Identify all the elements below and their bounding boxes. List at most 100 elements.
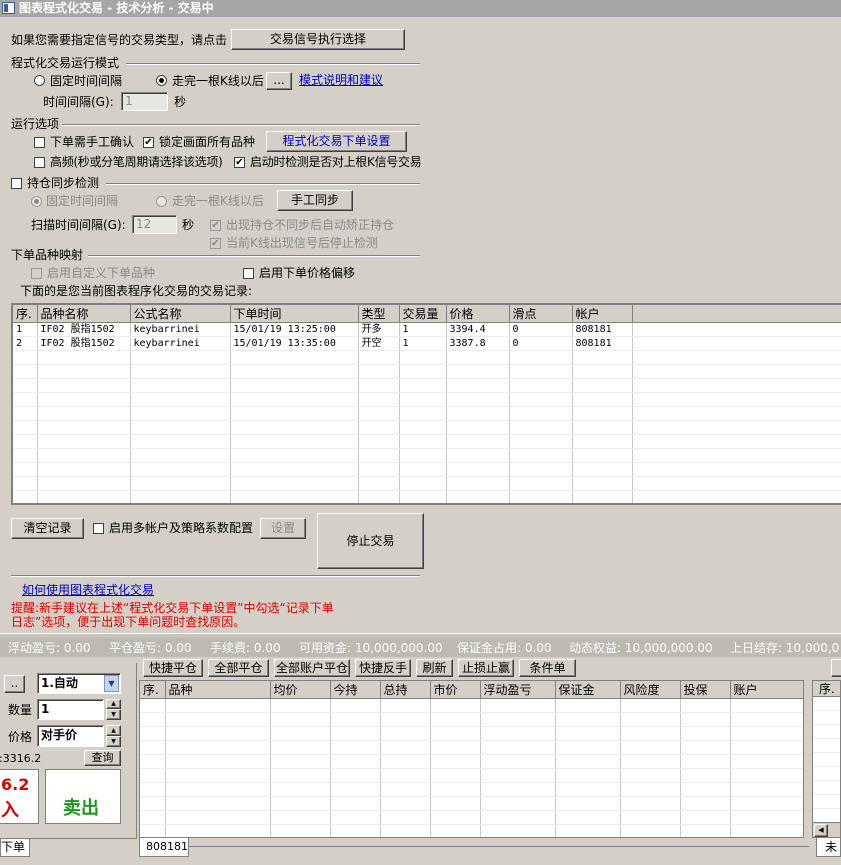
sync-after-kbar-radio[interactable]	[156, 196, 167, 207]
table-row[interactable]	[13, 448, 841, 463]
toolbar-overflow-button[interactable]	[831, 659, 841, 677]
select-signal-button[interactable]: 交易信号执行选择	[231, 29, 405, 50]
table-row[interactable]	[140, 810, 803, 825]
positions-scrollbar[interactable]	[804, 680, 810, 838]
toolbar-button[interactable]: 快捷平仓	[143, 659, 203, 677]
multi-account-settings-button[interactable]: 设置	[260, 518, 306, 539]
table-row[interactable]	[140, 796, 803, 811]
right-tab[interactable]: 未	[816, 838, 841, 857]
interval-input[interactable]: 1	[121, 92, 168, 111]
records-col-header[interactable]: 帐户	[572, 305, 633, 323]
records-col-header[interactable]: 公式名称	[130, 305, 231, 323]
table-row[interactable]	[13, 420, 841, 435]
positions-col-header[interactable]: 品种	[165, 681, 271, 699]
records-col-header[interactable]: 交易量	[399, 305, 447, 323]
positions-col-header[interactable]: 均价	[270, 681, 331, 699]
order-mode-select[interactable]: 1.自动 ▼	[37, 673, 121, 694]
positions-col-header[interactable]: 序.	[140, 681, 166, 699]
auto-correct-label: 出现持仓不同步后自动矫正持仓	[226, 218, 395, 232]
positions-col-header[interactable]: 市价	[430, 681, 481, 699]
qty-down-arrow-icon[interactable]: ▼	[106, 709, 121, 720]
positions-col-header[interactable]: 浮动盈亏	[480, 681, 556, 699]
stop-trading-button[interactable]: 停止交易	[317, 513, 424, 569]
toolbar-button[interactable]: 快捷反手	[355, 659, 411, 677]
lock-all-checkbox[interactable]: ✔	[143, 137, 154, 148]
scroll-left-icon[interactable]: ◀	[814, 824, 828, 837]
toolbar-button[interactable]: 止损止赢	[458, 659, 514, 677]
positions-col-header[interactable]: 投保	[680, 681, 731, 699]
table-row[interactable]	[140, 698, 803, 713]
positions-col-header[interactable]: 保证金	[555, 681, 621, 699]
table-row[interactable]	[13, 378, 841, 393]
toolbar-button[interactable]: 全部平仓	[208, 659, 269, 677]
buy-button[interactable]: 6.2 入	[0, 769, 39, 824]
qty-input[interactable]: 1	[37, 699, 104, 720]
toolbar-button[interactable]: 全部账户平仓	[274, 659, 350, 677]
records-col-header[interactable]: 序.	[13, 305, 38, 323]
table-row[interactable]	[140, 712, 803, 727]
fixed-interval-radio[interactable]	[34, 75, 45, 86]
table-row[interactable]	[140, 782, 803, 797]
empty-cell	[680, 824, 731, 837]
stop-on-signal-checkbox[interactable]: ✔	[210, 238, 221, 249]
auto-correct-checkbox[interactable]: ✔	[210, 220, 221, 231]
records-col-header[interactable]: 价格	[446, 305, 510, 323]
table-row[interactable]	[13, 392, 841, 407]
sync-fixed-interval-radio[interactable]	[31, 196, 42, 207]
table-row[interactable]	[13, 462, 841, 477]
table-row[interactable]	[13, 406, 841, 421]
chevron-down-icon[interactable]: ▼	[104, 675, 119, 692]
manual-confirm-checkbox[interactable]	[34, 137, 45, 148]
table-row[interactable]: 2 IF02 股指1502 keybarrinei 15/01/19 13:35:00…	[13, 336, 841, 351]
table-row[interactable]	[140, 754, 803, 769]
price-up-arrow-icon[interactable]: ▲	[106, 725, 121, 736]
records-col-header[interactable]: 类型	[358, 305, 400, 323]
toolbar-button[interactable]: 条件单	[519, 659, 576, 677]
price-down-arrow-icon[interactable]: ▼	[106, 736, 121, 747]
price-stepper[interactable]: ▲ ▼	[106, 725, 121, 747]
sell-button[interactable]: 卖出	[45, 769, 121, 824]
table-row[interactable]	[13, 434, 841, 449]
table-row[interactable]	[13, 364, 841, 379]
mode-help-link[interactable]: 模式说明和建议	[299, 73, 383, 87]
order-tab[interactable]: 下单	[0, 839, 30, 857]
price-offset-checkbox[interactable]	[243, 268, 254, 279]
howto-link[interactable]: 如何使用图表程式化交易	[22, 583, 154, 597]
records-col-header[interactable]: 滑点	[509, 305, 573, 323]
table-row[interactable]	[13, 350, 841, 365]
table-row[interactable]	[140, 726, 803, 741]
positions-col-header[interactable]: 今持	[330, 681, 381, 699]
table-row[interactable]	[140, 768, 803, 783]
records-table[interactable]: 序. 品种名称 公式名称 下单时间 类型 交易量 价格 滑点 帐户 1 IF02 股指1502 ke…	[11, 303, 841, 505]
after-kbar-radio[interactable]	[156, 75, 167, 86]
qty-up-arrow-icon[interactable]: ▲	[106, 699, 121, 709]
multi-account-checkbox[interactable]	[93, 523, 104, 534]
toolbar-button[interactable]: 刷新	[416, 659, 453, 677]
positions-col-header[interactable]: 账户	[730, 681, 803, 699]
positions-table[interactable]: 序. 品种 均价 今持 总持 市价 浮动盈亏 保证金 风险度 投保 账户	[139, 680, 804, 838]
table-row[interactable]	[13, 476, 841, 491]
high-freq-checkbox[interactable]	[34, 157, 45, 168]
table-row[interactable]: 1 IF02 股指1502 keybarrinei 15/01/19 13:25:00…	[13, 322, 841, 337]
table-row[interactable]	[13, 490, 841, 503]
manual-sync-button[interactable]: 手工同步	[277, 190, 353, 211]
positions-col-header[interactable]: 总持	[380, 681, 431, 699]
order-dots-button[interactable]: ..	[4, 675, 25, 693]
records-col-header[interactable]: 下单时间	[230, 305, 359, 323]
positions-col-header[interactable]: 风险度	[620, 681, 681, 699]
qty-stepper[interactable]: ▲ ▼	[106, 699, 121, 720]
startup-check-checkbox[interactable]: ✔	[234, 157, 245, 168]
mode-dots-button[interactable]: ...	[266, 72, 292, 90]
query-button[interactable]: 查询	[84, 750, 121, 766]
right-scrollbar[interactable]: ◀	[813, 822, 840, 837]
table-row[interactable]	[140, 740, 803, 755]
price-input[interactable]: 对手价	[37, 725, 104, 747]
order-settings-button[interactable]: 程式化交易下单设置	[266, 131, 407, 152]
records-col-header[interactable]: 品种名称	[37, 305, 131, 323]
table-row[interactable]	[140, 824, 803, 837]
position-sync-checkbox[interactable]	[11, 178, 22, 189]
account-tab[interactable]: 808181	[139, 838, 189, 857]
clear-records-button[interactable]: 清空记录	[11, 518, 84, 539]
scan-interval-input[interactable]: 12	[132, 215, 177, 234]
custom-symbol-checkbox[interactable]	[31, 268, 42, 279]
